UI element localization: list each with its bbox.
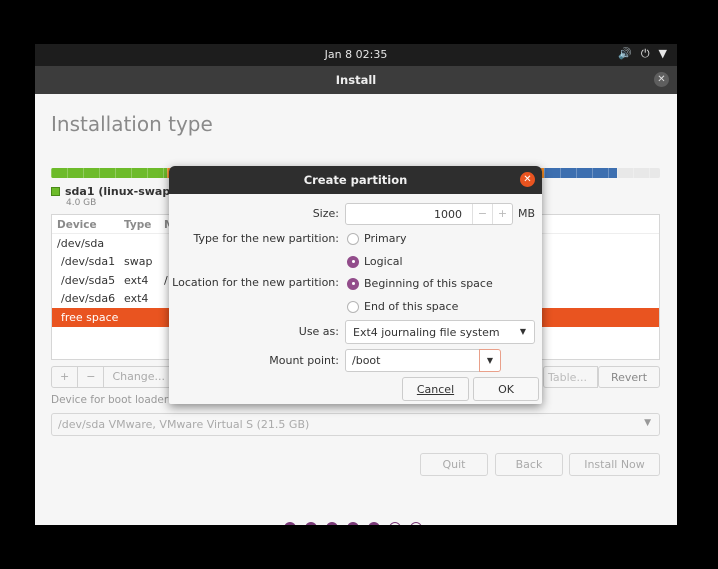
size-value[interactable]: 1000	[346, 204, 472, 224]
progress-dot	[347, 522, 359, 525]
partition-segment-sda1	[51, 168, 167, 178]
remove-partition-button[interactable]: −	[78, 366, 105, 388]
menu-arrow-icon[interactable]: ▼	[659, 47, 667, 61]
chevron-down-icon: ▼	[644, 418, 651, 428]
chevron-down-icon: ▼	[486, 356, 494, 365]
top-bar: Jan 8 02:35 🔊 ⏻ ▼	[35, 44, 677, 66]
partition-segment-free	[617, 168, 660, 178]
radio-label: Logical	[364, 255, 403, 268]
progress-dots	[284, 522, 422, 525]
legend-swatch	[51, 187, 60, 196]
radio-button-checked[interactable]	[347, 255, 359, 268]
radio-label: End of this space	[364, 300, 459, 313]
volume-icon[interactable]: 🔊	[618, 47, 632, 61]
dialog-titlebar: Create partition ✕	[169, 166, 542, 194]
size-increment-button[interactable]: +	[492, 204, 512, 224]
clock[interactable]: Jan 8 02:35	[35, 48, 677, 61]
cell-type: swap	[124, 255, 153, 269]
radio-end[interactable]: End of this space	[347, 300, 458, 313]
dialog-title: Create partition	[303, 173, 408, 187]
cell-type: ext4	[124, 292, 149, 306]
cell-device: /dev/sda5	[61, 273, 116, 287]
radio-label: Beginning of this space	[364, 277, 493, 290]
radio-button[interactable]	[347, 232, 359, 245]
legend-label: sda1 (linux-swap)	[65, 185, 176, 198]
mount-point-dropdown-button[interactable]: ▼	[479, 349, 501, 372]
bootloader-select[interactable]: /dev/sda VMware, VMware Virtual S (21.5 …	[51, 413, 660, 436]
system-tray[interactable]: 🔊 ⏻ ▼	[618, 47, 667, 61]
cancel-label: Cancel	[416, 383, 455, 396]
partition-toolbar: + − Change...	[51, 366, 185, 388]
window-title: Install	[335, 73, 377, 87]
radio-button-checked[interactable]	[347, 277, 359, 290]
radio-logical[interactable]: Logical	[347, 255, 403, 268]
use-as-value: Ext4 journaling file system	[353, 326, 500, 339]
ok-label: OK	[498, 383, 514, 396]
mount-point-input[interactable]: /boot	[345, 349, 480, 372]
cell-device: /dev/sda1	[61, 255, 116, 269]
bootloader-value: /dev/sda VMware, VMware Virtual S (21.5 …	[58, 418, 310, 431]
close-icon: ✕	[523, 174, 532, 185]
power-icon[interactable]: ⏻	[641, 47, 650, 61]
use-as-select[interactable]: Ext4 journaling file system ▼	[345, 320, 535, 344]
location-label: Location for the new partition:	[172, 276, 339, 289]
header-device[interactable]: Device	[52, 219, 124, 233]
dialog-close-button[interactable]: ✕	[520, 172, 535, 187]
mount-point-value[interactable]: /boot	[352, 354, 380, 367]
revert-button[interactable]: Revert	[598, 366, 660, 388]
progress-dot	[326, 522, 338, 525]
page-title: Installation type	[51, 112, 213, 136]
progress-dot	[410, 522, 422, 525]
chevron-down-icon: ▼	[519, 327, 526, 336]
radio-label: Primary	[364, 232, 407, 245]
legend-size: 4.0 GB	[66, 198, 97, 208]
progress-dot	[389, 522, 401, 525]
use-as-label: Use as:	[298, 325, 339, 338]
radio-primary[interactable]: Primary	[347, 232, 407, 245]
create-partition-dialog: Create partition ✕ Size: 1000 − + MB Typ…	[169, 166, 542, 404]
mount-point-label: Mount point:	[269, 354, 339, 367]
partition-segment-sda6	[544, 168, 618, 178]
type-label: Type for the new partition:	[193, 232, 339, 245]
progress-dot	[368, 522, 380, 525]
cell-device: /dev/sda	[57, 236, 105, 250]
window-close-button[interactable]: ✕	[654, 72, 669, 87]
size-label: Size:	[312, 207, 339, 220]
radio-beginning[interactable]: Beginning of this space	[347, 277, 493, 290]
progress-dot	[305, 522, 317, 525]
size-unit: MB	[518, 207, 536, 220]
cell-type: ext4	[124, 273, 149, 287]
radio-button[interactable]	[347, 300, 359, 313]
partition-legend: sda1 (linux-swap)	[51, 185, 175, 198]
cancel-button[interactable]: Cancel	[402, 377, 469, 401]
back-button[interactable]: Back	[495, 453, 563, 476]
window-titlebar: Install ✕	[35, 66, 677, 94]
install-now-button[interactable]: Install Now	[569, 453, 660, 476]
quit-button[interactable]: Quit	[420, 453, 488, 476]
close-icon: ✕	[657, 74, 666, 85]
header-type[interactable]: Type	[124, 219, 164, 233]
add-partition-button[interactable]: +	[51, 366, 79, 388]
new-partition-table-button[interactable]: Table...	[543, 366, 598, 388]
size-input[interactable]: 1000 − +	[345, 203, 513, 225]
cell-device: /dev/sda6	[61, 292, 116, 306]
size-decrement-button[interactable]: −	[472, 204, 492, 224]
ok-button[interactable]: OK	[473, 377, 539, 401]
progress-dot	[284, 522, 296, 525]
